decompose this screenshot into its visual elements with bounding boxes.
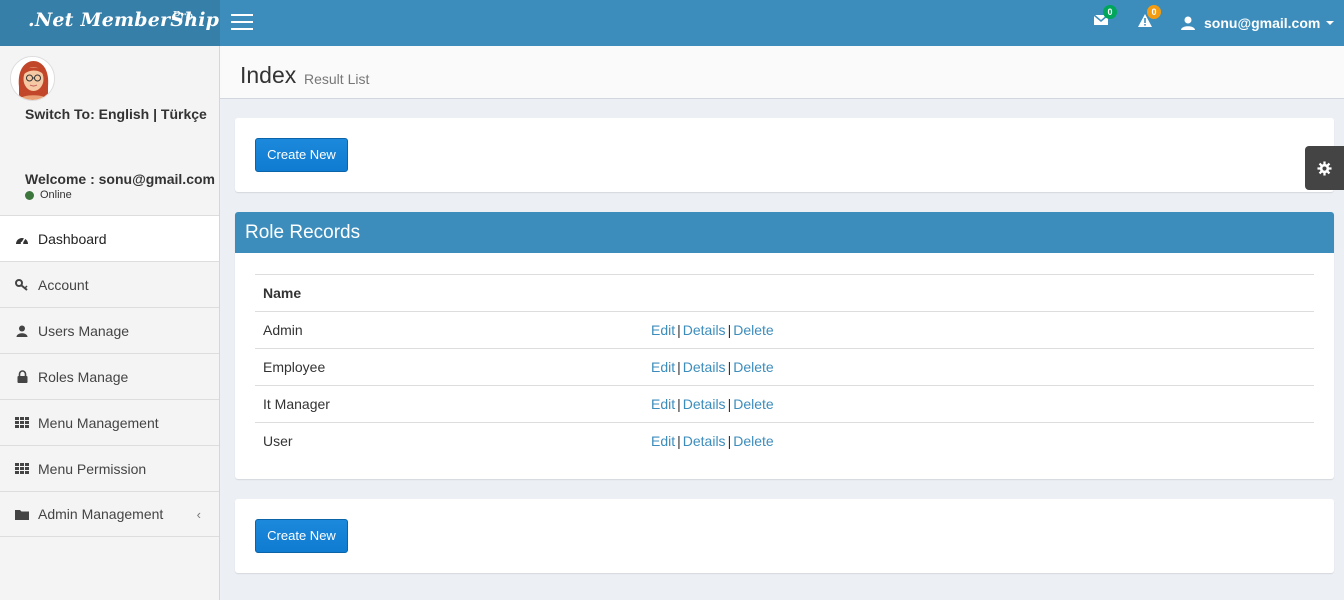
row-actions: Edit | Details | Delete (643, 385, 1314, 423)
action-separator: | (727, 322, 732, 338)
role-name: It Manager (255, 385, 643, 423)
alerts-button[interactable]: 0 (1137, 5, 1161, 31)
sidebar-item-account[interactable]: Account (0, 261, 219, 307)
column-header-actions (643, 274, 1314, 312)
delete-link[interactable]: Delete (733, 433, 773, 449)
grid-icon (15, 462, 29, 476)
logo-superscript: Pro (172, 9, 194, 23)
language-english-link[interactable]: English (99, 106, 150, 122)
hamburger-line (231, 14, 253, 16)
roles-table: Name Admin Edit | Details | Delete Employee … (255, 274, 1314, 460)
table-row: Employee Edit | Details | Delete (255, 348, 1314, 386)
details-link[interactable]: Details (683, 322, 726, 338)
sidebar-item-admin-management[interactable]: Admin Management ‹ (0, 491, 219, 537)
sidebar-item-menu-management[interactable]: Menu Management (0, 399, 219, 445)
top-actions-box: Create New (235, 118, 1334, 192)
sidebar-item-users-manage[interactable]: Users Manage (0, 307, 219, 353)
sidebar-item-label: Account (38, 276, 89, 293)
box-title: Role Records (235, 212, 1334, 253)
logo[interactable]: .Net MemberShip Pro (0, 0, 220, 46)
online-status-dot (25, 190, 34, 200)
page-title: Index (240, 62, 297, 88)
table-header-row: Name (255, 274, 1314, 312)
delete-link[interactable]: Delete (733, 396, 773, 412)
top-navbar: .Net MemberShip Pro 0 0 sonu@gmail.com (0, 0, 1344, 46)
sidebar-item-roles-manage[interactable]: Roles Manage (0, 353, 219, 399)
action-separator: | (727, 433, 732, 450)
alerts-count-badge: 0 (1147, 5, 1161, 19)
sidebar: Switch To: English | Türkçe Welcome : so… (0, 46, 220, 600)
row-actions: Edit | Details | Delete (643, 311, 1314, 349)
lock-icon (15, 370, 29, 384)
user-email: sonu@gmail.com (1204, 15, 1321, 31)
avatar (10, 56, 55, 101)
action-separator: | (677, 359, 681, 375)
content-header: Index Result List (220, 46, 1344, 99)
delete-link[interactable]: Delete (733, 359, 773, 375)
create-new-button[interactable]: Create New (255, 138, 348, 172)
sidebar-item-label: Dashboard (38, 230, 107, 247)
sidebar-menu: Dashboard Account Users Manage Roles Man… (0, 215, 219, 537)
action-separator: | (677, 433, 681, 450)
role-name: User (255, 422, 643, 460)
role-name: Employee (255, 348, 643, 386)
language-switcher: Switch To: English | Türkçe (25, 106, 207, 122)
messages-button[interactable]: 0 (1093, 5, 1117, 31)
create-new-button[interactable]: Create New (255, 519, 348, 553)
language-turkish-link[interactable]: Türkçe (161, 106, 207, 122)
sidebar-item-label: Users Manage (38, 322, 130, 339)
sidebar-item-label: Menu Permission (38, 460, 147, 477)
gear-icon (1317, 160, 1332, 176)
row-actions: Edit | Details | Delete (643, 348, 1314, 386)
edit-link[interactable]: Edit (651, 359, 675, 375)
chevron-left-icon: ‹ (196, 507, 201, 522)
settings-button[interactable] (1305, 146, 1344, 190)
action-separator: | (727, 359, 732, 375)
details-link[interactable]: Details (683, 433, 726, 449)
folder-icon (15, 507, 29, 521)
grid-icon (15, 416, 29, 430)
sidebar-toggle-button[interactable] (231, 14, 253, 30)
online-status: Online (25, 189, 72, 201)
dashboard-icon (15, 232, 29, 246)
caret-down-icon (1326, 21, 1335, 25)
key-icon (15, 278, 29, 292)
online-status-label: Online (40, 189, 72, 201)
action-separator: | (677, 396, 681, 412)
sidebar-item-label: Admin Management (38, 506, 164, 522)
action-separator: | (677, 322, 681, 338)
action-separator: | (727, 396, 732, 412)
role-records-box: Role Records Name Admin Edit | Details | Del… (235, 212, 1334, 479)
sidebar-item-label: Roles Manage (38, 368, 129, 385)
delete-link[interactable]: Delete (733, 322, 773, 338)
table-row: It Manager Edit | Details | Delete (255, 385, 1314, 423)
row-actions: Edit | Details | Delete (643, 422, 1314, 460)
details-link[interactable]: Details (683, 359, 726, 375)
bottom-actions-box: Create New (235, 499, 1334, 573)
edit-link[interactable]: Edit (651, 396, 675, 412)
sidebar-item-menu-permission[interactable]: Menu Permission (0, 445, 219, 491)
hamburger-line (231, 28, 253, 30)
sidebar-item-dashboard[interactable]: Dashboard (0, 215, 219, 261)
welcome-text: Welcome : sonu@gmail.com (25, 171, 215, 187)
user-icon (15, 324, 29, 338)
column-header-name: Name (255, 274, 643, 312)
page-subtitle: Result List (304, 71, 370, 87)
user-dropdown[interactable]: sonu@gmail.com (1180, 13, 1335, 33)
edit-link[interactable]: Edit (651, 322, 675, 338)
hamburger-line (231, 21, 253, 23)
edit-link[interactable]: Edit (651, 433, 675, 449)
role-name: Admin (255, 311, 643, 349)
details-link[interactable]: Details (683, 396, 726, 412)
switch-to-label: Switch To: (25, 106, 95, 122)
language-separator: | (153, 106, 157, 122)
user-icon (1181, 16, 1195, 30)
messages-count-badge: 0 (1103, 5, 1117, 19)
sidebar-item-label: Menu Management (38, 414, 159, 431)
table-row: User Edit | Details | Delete (255, 422, 1314, 460)
table-row: Admin Edit | Details | Delete (255, 311, 1314, 349)
